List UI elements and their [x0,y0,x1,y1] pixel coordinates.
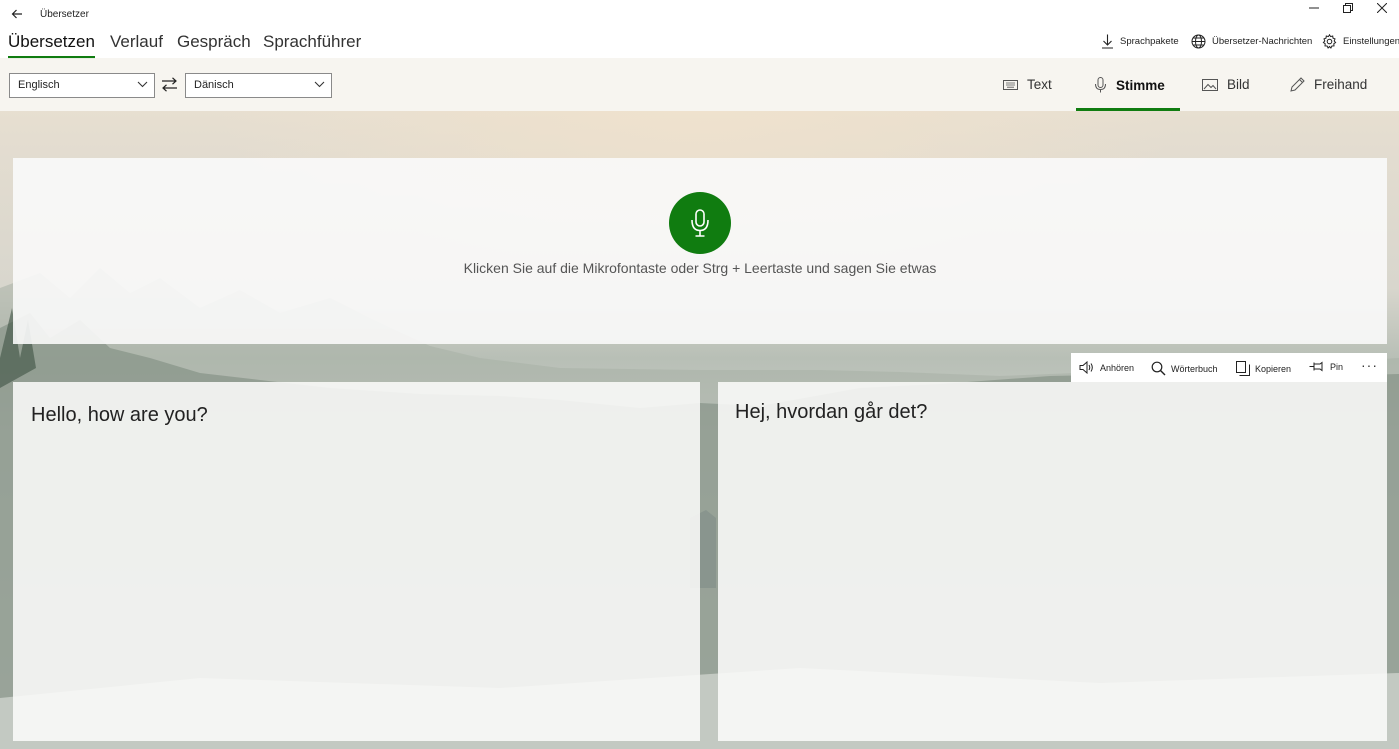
language-mode-toolbar: Englisch Dänisch Text Stimme Bild Freiha… [0,58,1399,111]
dictionary-button[interactable]: Wörterbuch [1151,361,1218,376]
source-text: Hello, how are you? [31,404,208,426]
copy-button[interactable]: Kopieren [1236,361,1291,376]
settings-label: Einstellungen [1343,36,1399,47]
tab-phrasebook[interactable]: Sprachführer [263,32,361,52]
mode-tab-image[interactable]: Bild [1202,77,1250,92]
speaker-icon [1079,361,1093,374]
back-button[interactable] [4,7,30,21]
close-button[interactable] [1365,0,1399,16]
listen-label: Anhören [1100,362,1135,373]
settings-button[interactable]: Einstellungen [1322,34,1399,49]
result-toolbar: Anhören Wörterbuch Kopieren Pin ··· [1071,353,1387,382]
tab-conversation[interactable]: Gespräch [177,32,251,52]
dictionary-label: Wörterbuch [1171,363,1218,374]
download-icon [1102,34,1113,49]
restore-icon [1343,3,1353,13]
listen-button[interactable]: Anhören [1079,361,1134,374]
minimize-icon [1309,7,1319,9]
keyboard-icon [1003,79,1018,90]
news-label: Übersetzer-Nachrichten [1212,36,1313,47]
voice-hint-text: Klicken Sie auf die Mikrofontaste oder S… [463,260,937,276]
mode-tab-text[interactable]: Text [1003,77,1052,92]
restore-button[interactable] [1331,0,1365,16]
target-text-panel: Hej, hvordan går det? [718,382,1387,741]
news-button[interactable]: Übersetzer-Nachrichten [1191,34,1312,49]
mode-image-label: Bild [1227,77,1250,92]
target-language-select[interactable]: Dänisch [185,73,332,98]
pin-button[interactable]: Pin [1309,361,1343,372]
source-text-panel[interactable]: Hello, how are you? [13,382,700,741]
target-language-value: Dänisch [194,79,234,91]
chevron-down-icon [137,81,148,88]
tab-history[interactable]: Verlauf [110,32,163,52]
mode-text-label: Text [1027,77,1052,92]
window-controls [1297,0,1399,14]
title-bar: Übersetzer [0,0,1399,28]
swap-languages-button[interactable] [161,77,178,97]
language-packs-label: Sprachpakete [1120,36,1179,47]
mode-tab-voice[interactable]: Stimme [1094,77,1165,93]
source-language-select[interactable]: Englisch [9,73,155,98]
gear-icon [1322,34,1337,49]
pin-icon [1309,361,1323,372]
translated-text: Hej, hvordan går det? [735,401,928,423]
nav-bar: Übersetzen Verlauf Gespräch Sprachführer… [0,28,1399,59]
source-language-value: Englisch [18,79,60,91]
pen-icon [1290,77,1305,92]
tab-translate[interactable]: Übersetzen [8,32,95,52]
minimize-button[interactable] [1297,0,1331,16]
language-packs-button[interactable]: Sprachpakete [1101,34,1179,49]
app-title: Übersetzer [40,8,89,20]
mode-ink-label: Freihand [1314,77,1368,92]
swap-icon [162,77,177,92]
close-icon [1377,3,1387,13]
active-mode-indicator [1076,108,1180,111]
chevron-down-icon [314,81,325,88]
pin-label: Pin [1330,361,1344,372]
microphone-button[interactable] [669,192,731,254]
microphone-icon [691,209,709,237]
copy-icon [1236,361,1250,376]
image-icon [1202,78,1218,91]
voice-input-panel: Klicken Sie auf die Mikrofontaste oder S… [13,158,1387,344]
mode-tab-ink[interactable]: Freihand [1290,77,1367,92]
microphone-icon [1095,77,1106,93]
arrow-left-icon [11,9,22,19]
copy-label: Kopieren [1255,363,1292,374]
globe-icon [1191,34,1206,49]
search-icon [1151,361,1166,376]
mode-voice-label: Stimme [1116,77,1165,93]
more-options-button[interactable]: ··· [1361,357,1378,373]
